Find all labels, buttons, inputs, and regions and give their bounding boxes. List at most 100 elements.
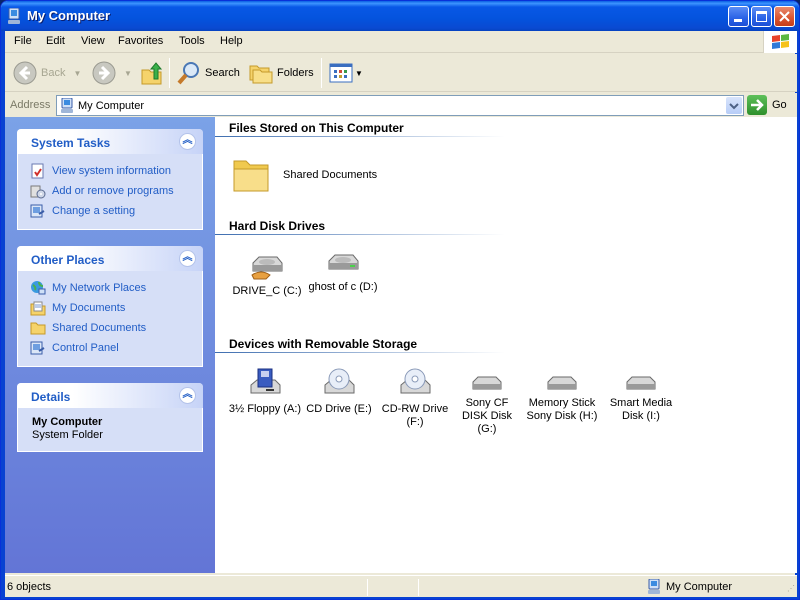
forward-button[interactable]: ▼: [92, 60, 132, 86]
address-value: My Computer: [78, 100, 145, 112]
task-pane: System Tasks ︽ View system information A…: [5, 117, 215, 573]
details-type: System Folder: [32, 429, 103, 441]
system-info-icon: [31, 163, 44, 179]
shared-documents-item[interactable]: Shared Documents: [231, 155, 377, 195]
my-computer-icon: [8, 8, 20, 24]
status-location: My Computer: [648, 579, 732, 594]
cd-drive-icon: [324, 368, 355, 394]
my-computer-icon: [61, 98, 73, 113]
menu-help[interactable]: Help: [220, 35, 243, 47]
hard-drive-icon: [328, 254, 359, 270]
folder-icon: [233, 160, 269, 192]
group-header-hard-disks: Hard Disk Drives: [229, 219, 326, 233]
details-header[interactable]: Details ︽: [17, 383, 203, 408]
menu-favorites[interactable]: Favorites: [118, 35, 163, 47]
menu-bar: File Edit View Favorites Tools Help: [5, 31, 797, 53]
sony-cf-g-item[interactable]: Sony CF DISK Disk (G:): [461, 375, 513, 436]
control-panel-icon: [30, 204, 45, 218]
folders-label: Folders: [277, 67, 314, 79]
memory-stick-h-item[interactable]: Memory Stick Sony Disk (H:): [515, 375, 609, 423]
menu-tools[interactable]: Tools: [179, 35, 205, 47]
folders-icon: [249, 65, 273, 84]
minimize-button[interactable]: [728, 6, 749, 27]
back-button[interactable]: Back ▼: [13, 60, 81, 86]
removable-disk-icon: [547, 376, 577, 390]
my-network-places-link[interactable]: My Network Places: [30, 278, 202, 298]
status-object-count: 6 objects: [7, 581, 52, 593]
up-folder-icon: [141, 62, 163, 85]
back-arrow-icon: [13, 61, 37, 85]
back-label: Back: [41, 67, 66, 79]
system-tasks-title: System Tasks: [31, 136, 111, 150]
forward-dropdown-icon[interactable]: ▼: [124, 69, 132, 78]
address-dropdown-button[interactable]: [726, 97, 742, 114]
network-places-icon: [31, 281, 46, 295]
other-places-header[interactable]: Other Places ︽: [17, 246, 203, 271]
windows-flag-icon: [772, 34, 789, 49]
folders-button[interactable]: Folders: [249, 60, 314, 86]
view-system-info-link[interactable]: View system information: [30, 161, 202, 181]
search-button[interactable]: Search: [177, 60, 240, 86]
system-tasks-panel: System Tasks ︽ View system information A…: [17, 129, 203, 230]
removable-disk-icon: [626, 376, 656, 390]
group-header-files: Files Stored on This Computer: [229, 121, 404, 135]
go-label: Go: [772, 99, 787, 111]
shared-documents-link[interactable]: Shared Documents: [30, 318, 202, 338]
my-documents-icon: [30, 301, 46, 316]
windows-logo: [763, 31, 797, 53]
folder-icon: [30, 322, 46, 335]
views-button[interactable]: ▼: [329, 60, 363, 86]
up-folder-button[interactable]: [141, 60, 163, 86]
other-places-title: Other Places: [31, 253, 105, 267]
floppy-drive-icon: [250, 368, 281, 394]
forward-arrow-icon: [92, 61, 116, 85]
status-bar: 6 objects My Computer ⋰: [5, 575, 797, 597]
control-panel-icon: [30, 341, 45, 355]
cd-drive-icon: [400, 368, 431, 394]
details-name: My Computer: [32, 416, 103, 428]
add-remove-programs-link[interactable]: Add or remove programs: [30, 181, 202, 201]
views-dropdown-icon: ▼: [355, 68, 363, 78]
drive-c-item[interactable]: DRIVE_C (C:): [227, 253, 307, 298]
address-label: Address: [10, 99, 51, 111]
cdrw-drive-f-item[interactable]: CD-RW Drive (F:): [377, 367, 453, 429]
control-panel-link[interactable]: Control Panel: [30, 338, 202, 358]
title-bar[interactable]: My Computer: [1, 1, 799, 31]
details-panel: Details ︽ My Computer System Folder: [17, 383, 203, 452]
collapse-icon[interactable]: ︽: [179, 250, 196, 267]
cd-drive-e-item[interactable]: CD Drive (E:): [303, 367, 375, 416]
floppy-a-item[interactable]: 3½ Floppy (A:): [227, 367, 303, 416]
explorer-window: My Computer File Edit View Favorites Too…: [0, 0, 800, 600]
content-area: Files Stored on This Computer Shared Doc…: [215, 117, 797, 573]
close-button[interactable]: [774, 6, 795, 27]
maximize-button[interactable]: [751, 6, 772, 27]
details-title: Details: [31, 390, 71, 404]
close-icon: [779, 11, 790, 22]
menu-file[interactable]: File: [14, 35, 32, 47]
my-documents-link[interactable]: My Documents: [30, 298, 202, 318]
smart-media-i-item[interactable]: Smart Media Disk (I:): [609, 375, 673, 423]
go-arrow-icon: [751, 99, 764, 111]
search-icon: [177, 62, 199, 85]
chevron-down-icon: [729, 103, 739, 110]
shared-hard-drive-icon: [251, 256, 283, 280]
group-header-removable: Devices with Removable Storage: [229, 337, 418, 351]
removable-disk-icon: [472, 376, 502, 390]
other-places-panel: Other Places ︽ My Network Places My Docu…: [17, 246, 203, 367]
views-icon: [329, 63, 353, 83]
resize-grip-icon[interactable]: ⋰: [787, 584, 795, 593]
menu-view[interactable]: View: [81, 35, 105, 47]
menu-edit[interactable]: Edit: [46, 35, 65, 47]
toolbar: Back ▼ ▼ Search Folders ▼: [5, 54, 797, 92]
window-title: My Computer: [27, 8, 111, 23]
drive-d-item[interactable]: ghost of c (D:): [303, 253, 383, 294]
back-dropdown-icon[interactable]: ▼: [73, 69, 81, 78]
system-tasks-header[interactable]: System Tasks ︽: [17, 129, 203, 154]
change-setting-link[interactable]: Change a setting: [30, 201, 202, 221]
go-button[interactable]: Go: [747, 95, 787, 115]
collapse-icon[interactable]: ︽: [179, 133, 196, 150]
address-bar: Address My Computer Go: [5, 93, 797, 117]
collapse-icon[interactable]: ︽: [179, 387, 196, 404]
add-remove-programs-icon: [30, 185, 46, 199]
address-input[interactable]: My Computer: [56, 95, 744, 116]
